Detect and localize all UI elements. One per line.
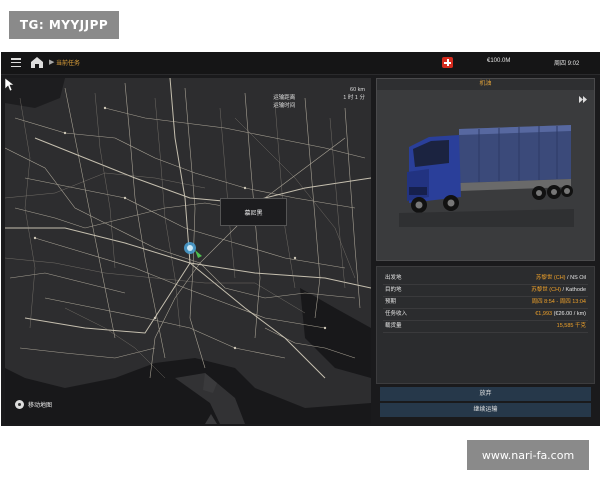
detail-row-expected: 预期 周四 8:54 - 周四 13:04: [383, 297, 588, 309]
duration-value: 1 时 1 分: [343, 95, 365, 101]
detail-row-origin: 出发地 苏黎世 (CH) / NS Oil: [383, 273, 588, 285]
distance-value: 60 km: [350, 87, 365, 93]
job-details: 出发地 苏黎世 (CH) / NS Oil 目的地 苏黎世 (CH) / Kat…: [376, 266, 595, 384]
job-panel: 机油 出发地 苏黎世 (CH) / NS Oil 目的地 苏黎世 (CH) / …: [376, 78, 595, 424]
world-map[interactable]: 运输距离 运输时间 60 km 1 时 1 分 慕尼黑 移动地图: [5, 78, 371, 424]
abandon-button[interactable]: 放弃: [380, 387, 591, 401]
detail-label: 任务收入: [385, 311, 408, 317]
detail-row-income: 任务收入 €1,993 (€26.00 / km): [383, 309, 588, 321]
watermark-top: TG: MYYJJPP: [9, 11, 119, 39]
detail-label: 预期: [385, 299, 397, 305]
swiss-flag-icon: [442, 57, 453, 68]
detail-label: 目的地: [385, 287, 402, 293]
move-map-label: 移动地图: [28, 403, 53, 409]
home-icon[interactable]: [30, 56, 44, 69]
distance-label: 运输距离: [273, 95, 296, 101]
detail-value-extra: / NS Oil: [565, 275, 586, 281]
route-info: 运输距离 运输时间 60 km 1 时 1 分: [273, 86, 365, 109]
vehicle-preview: 机油: [376, 78, 595, 261]
mouse-icon: [15, 400, 24, 409]
detail-value: 周四 8:54 - 周四 13:04: [531, 299, 586, 305]
skip-forward-icon[interactable]: [579, 96, 588, 103]
detail-value-extra: (€26.00 / km): [552, 311, 586, 317]
detail-value: €1,993: [535, 311, 553, 317]
detail-value: 苏黎世 (CH): [535, 275, 566, 281]
money-balance: €100.0M: [487, 58, 511, 64]
continue-button[interactable]: 继续运输: [380, 403, 591, 417]
truck-image: [399, 125, 574, 227]
hamburger-menu-icon[interactable]: [11, 58, 21, 68]
breadcrumb-current[interactable]: 当前任务: [56, 58, 80, 67]
detail-value: 苏黎世 (CH): [531, 287, 561, 293]
mouse-cursor-icon: [5, 78, 15, 92]
cargo-title: 机油: [377, 79, 594, 90]
city-popup[interactable]: 慕尼黑: [220, 198, 287, 226]
duration-label: 运输时间: [273, 103, 296, 109]
game-time: 周四 9:02: [554, 61, 580, 67]
detail-row-cargo-weight: 载货量 15,585 千克: [383, 321, 588, 333]
detail-row-destination: 目的地 苏黎世 (CH) / Kathode: [383, 285, 588, 297]
breadcrumb-separator-icon: ▶: [49, 59, 55, 66]
game-window: ▶ 当前任务 €100.0M 周四 9:02 运输距离 运输时间 60 km 1…: [1, 52, 600, 426]
detail-label: 出发地: [385, 275, 402, 281]
map-roads: [5, 78, 371, 424]
detail-value-extra: / Kathode: [560, 287, 586, 293]
top-bar: ▶ 当前任务 €100.0M 周四 9:02: [1, 52, 600, 75]
detail-value: 15,585 千克: [556, 323, 586, 329]
detail-label: 载货量: [385, 323, 402, 329]
move-map-control[interactable]: 移动地图: [15, 400, 52, 409]
watermark-bottom: www.nari-fa.com: [467, 440, 589, 470]
